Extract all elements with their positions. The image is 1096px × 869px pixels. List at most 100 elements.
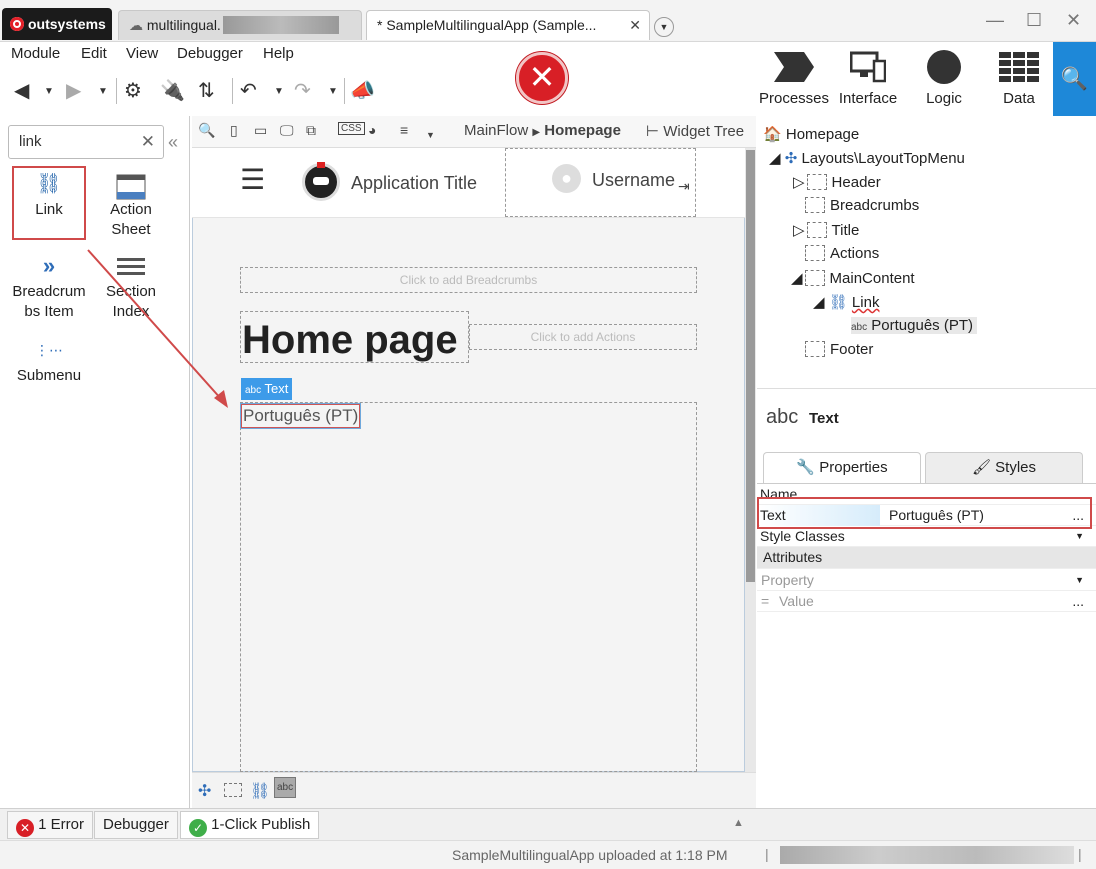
tree-node-label: Português (PT) <box>871 317 974 334</box>
css-icon[interactable]: CSS <box>338 122 365 135</box>
multi-device-icon[interactable]: ⧉ <box>306 122 316 139</box>
text-property-highlight <box>757 497 1092 529</box>
errors-label: 1 Error <box>38 816 85 833</box>
text-breadcrumb-icon[interactable]: abc <box>274 777 297 798</box>
block-icon: ✣ <box>784 150 798 167</box>
tree-node-actions[interactable]: Actions <box>805 245 879 262</box>
errors-tab[interactable]: ✕ 1 Error <box>7 811 94 839</box>
logic-icon <box>904 44 984 90</box>
tree-node-label: Header <box>831 174 881 191</box>
minimize-icon[interactable]: — <box>986 10 1004 31</box>
container-icon <box>805 197 825 213</box>
widget-tree-button[interactable]: ⊢ Widget Tree <box>646 122 744 140</box>
app-logo-icon <box>302 162 340 201</box>
tree-node-label: Breadcrumbs <box>830 197 920 214</box>
module-tab-label: * SampleMultilingualApp (Sample... <box>377 17 597 33</box>
processes-icon <box>754 44 834 90</box>
processes-tab[interactable]: Processes <box>754 44 834 107</box>
breadcrumbs-placeholder[interactable]: Click to add Breadcrumbs <box>240 267 697 293</box>
link-breadcrumb-icon[interactable]: ⛓ <box>250 781 270 801</box>
theme-icon[interactable]: ◕ <box>368 122 376 138</box>
tab-properties-label: Properties <box>819 459 888 476</box>
scrollbar-thumb[interactable] <box>746 150 755 582</box>
dropdown-icon[interactable]: ▼ <box>1075 570 1084 591</box>
selected-widget-title: Text <box>809 410 839 427</box>
align-dropdown-icon[interactable]: ▼ <box>426 130 435 140</box>
tree-node-breadcrumbs[interactable]: Breadcrumbs <box>805 197 919 214</box>
tab-styles-label: Styles <box>995 459 1037 476</box>
debugger-tab[interactable]: Debugger <box>94 811 178 839</box>
widget-tree: 🏠 Homepage ◢ ✣ Layouts\LayoutTopMenu ▷ He… <box>757 116 1096 388</box>
tree-node-title[interactable]: ▷ Title <box>793 221 859 239</box>
data-label: Data <box>1003 90 1035 107</box>
megaphone-icon[interactable]: 📣 <box>350 78 375 103</box>
tab-properties[interactable]: 🔧 Properties <box>763 452 921 484</box>
screen-icon: 🏠 <box>763 126 782 143</box>
redo-dropdown-icon[interactable]: ▼ <box>328 86 338 97</box>
tree-node-homepage[interactable]: 🏠 Homepage <box>763 125 859 143</box>
attribute-value-input[interactable]: Value <box>779 591 814 612</box>
wrench-icon: 🔧 <box>796 459 816 476</box>
status-message: SampleMultilingualApp uploaded at 1:18 P… <box>452 847 728 863</box>
tree-node-link[interactable]: ◢ ⛓ Link <box>813 293 879 311</box>
search-button[interactable]: 🔍 <box>1053 42 1096 116</box>
close-window-icon[interactable]: ✕ <box>1066 10 1081 31</box>
interface-tab[interactable]: Interface <box>828 44 908 107</box>
tree-node-text[interactable]: abc Português (PT) <box>851 317 978 334</box>
align-icon[interactable]: ≡ <box>400 122 408 138</box>
error-status-icon[interactable]: ✕ <box>516 52 568 104</box>
canvas-footer: ✣ ⛓ abc <box>192 772 756 808</box>
annotation-arrow <box>87 249 228 408</box>
data-tab[interactable]: Data <box>979 44 1059 107</box>
tree-node-label: Footer <box>830 341 874 358</box>
username-label: Username <box>592 170 676 190</box>
bottom-tabs: ✕ 1 Error Debugger ✓ 1-Click Publish ▲ <box>0 808 1096 840</box>
tree-node-label: Link <box>851 294 880 311</box>
tab-list-dropdown-icon[interactable]: ▼ <box>654 17 674 37</box>
dropdown-icon[interactable]: ▼ <box>1075 526 1084 547</box>
tree-node-header[interactable]: ▷ Header <box>793 173 881 191</box>
module-tab[interactable]: * SampleMultilingualApp (Sample... ✕ <box>366 10 650 40</box>
tree-node-label: Layouts\LayoutTopMenu <box>801 150 965 167</box>
debugger-label: Debugger <box>103 816 169 833</box>
tree-node-maincontent[interactable]: ◢ MainContent <box>791 269 915 287</box>
attribute-property-input[interactable]: Property <box>761 570 814 591</box>
main-content-placeholder[interactable] <box>240 402 697 772</box>
actions-placeholder[interactable]: Click to add Actions <box>469 324 697 350</box>
more-button[interactable]: ... <box>1072 591 1084 612</box>
container-icon <box>806 222 827 238</box>
tree-node-label: Title <box>831 222 860 239</box>
property-row-style-classes[interactable]: Style Classes ▼ <box>757 526 1096 547</box>
container-icon[interactable] <box>224 781 247 797</box>
maximize-icon[interactable]: ☐ <box>1026 10 1042 31</box>
tree-node-label: MainContent <box>829 270 915 287</box>
tab-styles[interactable]: 🖌 Styles <box>925 452 1083 484</box>
search-icon: 🔍 <box>1060 66 1089 91</box>
processes-label: Processes <box>758 90 830 107</box>
expand-panel-icon[interactable]: ▲ <box>733 817 744 829</box>
tree-node-footer[interactable]: Footer <box>805 341 873 358</box>
close-tab-icon[interactable]: ✕ <box>629 11 641 39</box>
logic-tab[interactable]: Logic <box>904 44 984 107</box>
logout-icon[interactable]: ⇥ <box>678 178 690 195</box>
tree-node-layout[interactable]: ◢ ✣ Layouts\LayoutTopMenu <box>769 149 965 167</box>
breadcrumb-flow[interactable]: MainFlow <box>464 122 528 139</box>
status-separator: | <box>765 846 769 862</box>
logic-label: Logic <box>926 90 962 107</box>
redacted-text <box>780 846 1074 864</box>
publish-tab[interactable]: ✓ 1-Click Publish <box>180 811 320 839</box>
check-icon: ✓ <box>189 819 207 837</box>
interface-icon <box>828 44 908 90</box>
attribute-property-row[interactable]: Property ▼ <box>757 570 1096 591</box>
container-icon <box>804 270 825 286</box>
block-icon[interactable]: ✣ <box>198 781 211 801</box>
status-separator: | <box>1078 846 1082 862</box>
tree-node-label: Homepage <box>785 126 860 143</box>
avatar: ● <box>552 164 581 193</box>
tree-node-label: Actions <box>830 245 880 262</box>
breadcrumb-screen[interactable]: Homepage <box>544 122 621 139</box>
attribute-value-row[interactable]: = Value... <box>757 591 1096 612</box>
interface-label: Interface <box>838 90 898 107</box>
tree-icon: ⊢ <box>646 123 660 140</box>
widget-tree-label: Widget Tree <box>663 123 745 140</box>
